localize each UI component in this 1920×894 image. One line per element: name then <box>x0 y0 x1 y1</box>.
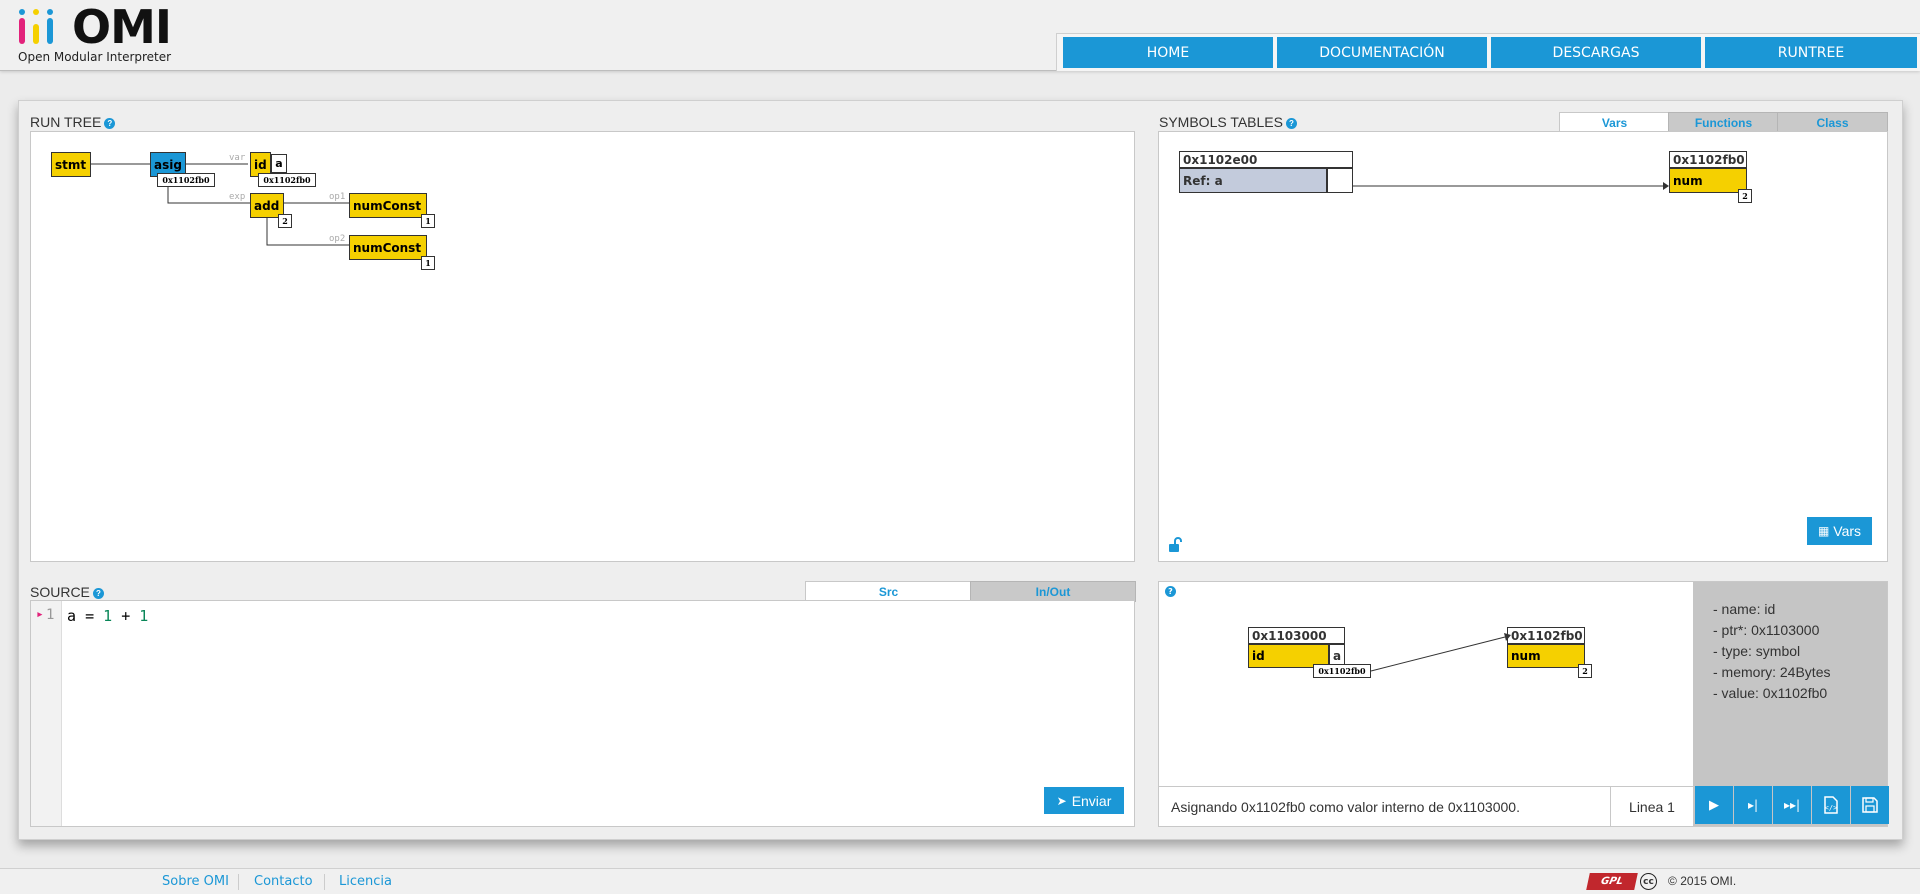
footer-separator <box>324 874 325 890</box>
inspector-panel: ? 0x1103000 id a 0x1102fb0 0x1102fb0 num… <box>1158 581 1889 827</box>
copyright: © 2015 OMI. <box>1668 874 1736 888</box>
omi-logo-icon[interactable] <box>18 6 58 50</box>
fast-forward-icon: ▸▸| <box>1783 798 1801 812</box>
symbol-target-value: 2 <box>1738 189 1752 203</box>
nav-descargas[interactable]: DESCARGAS <box>1491 37 1701 68</box>
send-button-label: Enviar <box>1071 792 1112 809</box>
tab-inout[interactable]: In/Out <box>970 581 1136 602</box>
properties-pane: - name: id - ptr*: 0x1103000 - type: sym… <box>1693 582 1887 786</box>
property-type: - type: symbol <box>1713 643 1801 659</box>
numconst-2-value-tag: 1 <box>421 256 435 270</box>
fast-forward-button[interactable]: ▸▸| <box>1773 786 1811 824</box>
edge-label-exp: exp <box>229 192 246 202</box>
copyright-icon: © <box>1668 874 1677 888</box>
run-tree-title-text: RUN TREE <box>30 114 102 130</box>
nav-runtree[interactable]: RUNTREE <box>1705 37 1917 68</box>
creative-commons-badge[interactable]: cc <box>1640 873 1657 890</box>
step-forward-icon: ▸| <box>1747 798 1759 812</box>
tab-vars[interactable]: Vars <box>1559 112 1670 132</box>
copyright-text: 2015 OMI. <box>1680 874 1737 888</box>
symbol-target-num[interactable]: num <box>1669 168 1747 193</box>
play-icon: ▶ <box>1709 797 1719 813</box>
code-num: 1 <box>103 607 113 625</box>
save-button[interactable] <box>1851 786 1889 824</box>
code-eq: = <box>85 607 95 625</box>
symbol-pointer-arrow <box>1353 182 1669 190</box>
node-numconst-1[interactable]: numConst <box>349 193 427 218</box>
asig-address-tag: 0x1102fb0 <box>157 173 215 187</box>
footer-link-licencia[interactable]: Licencia <box>339 874 392 889</box>
nav-home[interactable]: HOME <box>1063 37 1273 68</box>
footer: Sobre OMI Contacto Licencia GPL cc © 201… <box>0 868 1920 894</box>
inspector-box2-num[interactable]: num <box>1507 644 1585 668</box>
code-num: 1 <box>139 607 149 625</box>
code-plus: + <box>121 607 131 625</box>
help-icon[interactable]: ? <box>92 587 104 599</box>
play-button[interactable]: ▶ <box>1695 786 1733 824</box>
source-title: SOURCE? <box>30 584 104 600</box>
save-icon <box>1862 797 1878 813</box>
send-button[interactable]: ➤ Enviar <box>1044 787 1124 814</box>
property-value: - value: 0x1102fb0 <box>1713 685 1828 701</box>
vars-button-label: Vars <box>1833 523 1862 539</box>
tab-class[interactable]: Class <box>1777 112 1888 133</box>
header: OMI Open Modular Interpreter HOME DOCUME… <box>0 0 1920 71</box>
line-indicator: Linea 1 <box>1611 786 1693 826</box>
code-line[interactable]: a = 1 + 1 <box>67 607 148 625</box>
gpl-badge[interactable]: GPL <box>1586 873 1638 890</box>
paper-plane-icon: ➤ <box>1056 793 1067 808</box>
table-icon: ▦ <box>1817 524 1830 538</box>
property-name: - name: id <box>1713 601 1776 617</box>
vars-button[interactable]: ▦ Vars <box>1807 517 1872 545</box>
inspector-box2-value: 2 <box>1578 664 1592 678</box>
edge-label-op1: op1 <box>329 192 346 202</box>
line-gutter: ▸ 1 <box>31 601 62 826</box>
property-ptr: - ptr*: 0x1103000 <box>1713 622 1820 638</box>
add-value-tag: 2 <box>278 214 292 228</box>
help-icon[interactable]: ? <box>1285 117 1297 129</box>
property-memory: - memory: 24Bytes <box>1713 664 1831 680</box>
run-tree-panel: var exp op1 op2 stmt asig 0x1102fb0 id a… <box>30 131 1135 562</box>
symbol-target-header: 0x1102fb0 <box>1669 151 1747 168</box>
symbols-title: SYMBOLS TABLES? <box>1159 114 1297 130</box>
source-editor[interactable]: ▸ 1 a = 1 + 1 ➤ Enviar <box>30 600 1135 827</box>
step-button[interactable]: ▸| <box>1734 786 1772 824</box>
edge-label-op2: op2 <box>329 234 346 244</box>
footer-link-sobre[interactable]: Sobre OMI <box>162 874 229 889</box>
node-numconst-2[interactable]: numConst <box>349 235 427 260</box>
id-value-tag: a <box>271 154 287 173</box>
tab-src[interactable]: Src <box>805 581 972 601</box>
tab-functions[interactable]: Functions <box>1668 112 1779 133</box>
run-tree-title: RUN TREE? <box>30 114 116 130</box>
inspector-box2-header: 0x1102fb0 <box>1507 627 1585 644</box>
code-var: a <box>67 607 77 625</box>
properties-list: - name: id - ptr*: 0x1103000 - type: sym… <box>1713 599 1830 704</box>
unlock-icon[interactable] <box>1167 537 1183 557</box>
footer-link-contacto[interactable]: Contacto <box>254 874 313 889</box>
line-number: 1 <box>46 607 55 623</box>
breakpoint-icon[interactable]: ▸ <box>36 607 44 622</box>
main-card: RUN TREE? var exp op1 op2 stmt asig 0x11… <box>18 100 1903 840</box>
help-icon[interactable]: ? <box>104 117 116 129</box>
nav-documentacion[interactable]: DOCUMENTACIÓN <box>1277 37 1487 68</box>
source-title-text: SOURCE <box>30 584 90 600</box>
code-file-icon: </> <box>1824 796 1838 814</box>
symbols-panel: 0x1102e00 Ref: a 0x1102fb0 num 2 ▦ Vars <box>1158 131 1888 562</box>
edge-label-var: var <box>229 153 246 163</box>
main-nav: HOME DOCUMENTACIÓN DESCARGAS RUNTREE <box>1056 33 1920 71</box>
symbols-title-text: SYMBOLS TABLES <box>1159 114 1283 130</box>
status-message: Asignando 0x1102fb0 como valor interno d… <box>1159 786 1611 826</box>
brand-subtitle: Open Modular Interpreter <box>18 50 172 64</box>
footer-separator <box>238 874 239 890</box>
numconst-1-value-tag: 1 <box>421 214 435 228</box>
svg-text:</>: </> <box>1825 804 1838 812</box>
code-file-button[interactable]: </> <box>1812 786 1850 824</box>
id-address-tag: 0x1102fb0 <box>258 173 316 187</box>
step-controls: ▶ ▸| ▸▸| </> <box>1693 786 1889 826</box>
run-tree-edges <box>89 163 349 246</box>
brand-name[interactable]: OMI <box>72 0 172 54</box>
node-stmt[interactable]: stmt <box>51 152 91 177</box>
